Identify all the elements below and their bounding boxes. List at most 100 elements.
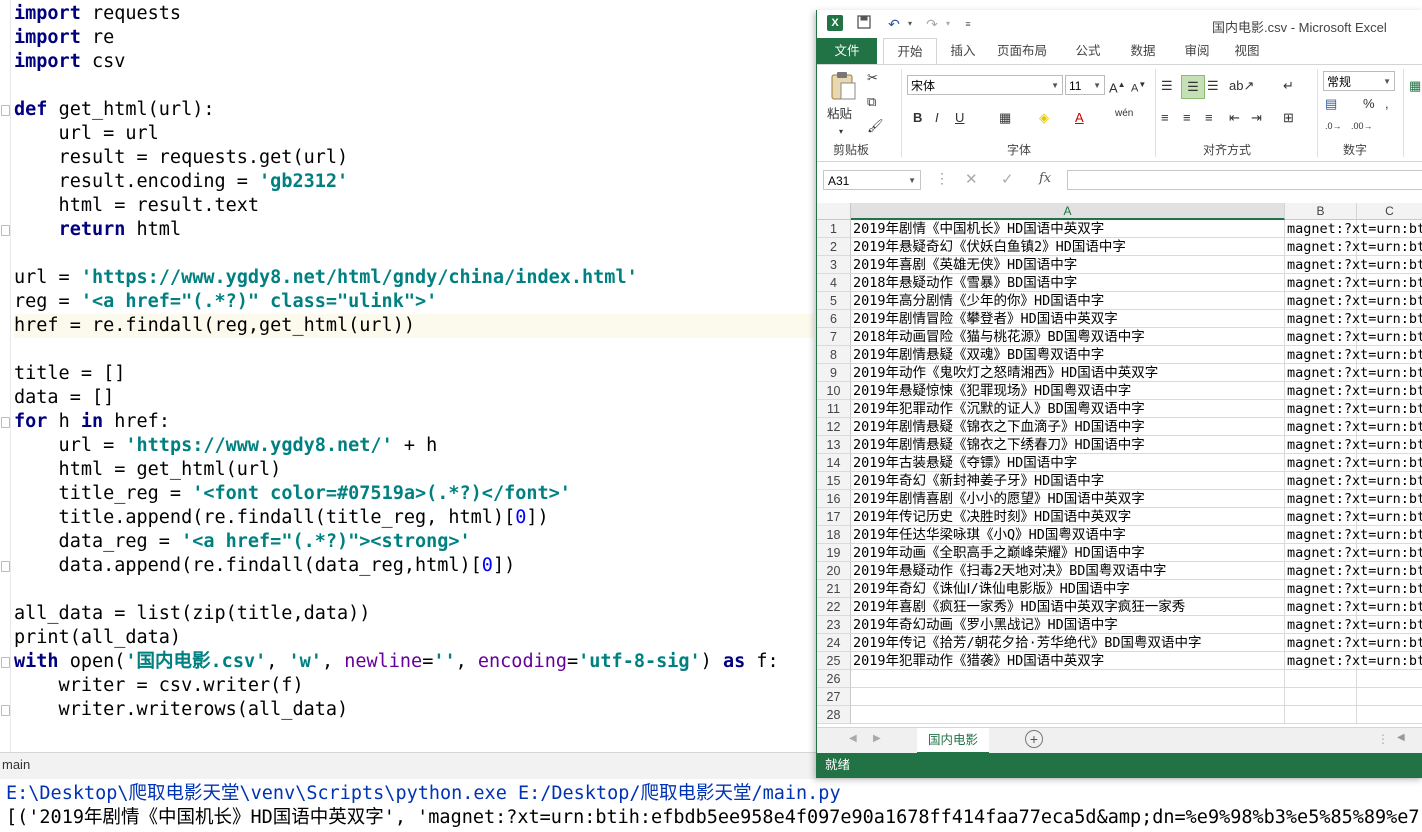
ribbon-tab[interactable]: 视图: [1227, 38, 1267, 64]
code-line[interactable]: html = result.text: [14, 194, 814, 218]
row-header[interactable]: 5: [817, 292, 851, 310]
cell[interactable]: [1285, 706, 1357, 724]
fold-marker-icon[interactable]: [1, 561, 10, 572]
cell[interactable]: magnet:?xt=urn:btih: [1285, 310, 1422, 328]
cell[interactable]: 2019年剧情《中国机长》HD国语中英双字: [851, 220, 1285, 238]
row-header[interactable]: 10: [817, 382, 851, 400]
code-line[interactable]: import csv: [14, 50, 814, 74]
cell[interactable]: 2019年奇幻《新封神姜子牙》HD国语中字: [851, 472, 1285, 490]
cell[interactable]: magnet:?xt=urn:btih: [1285, 382, 1422, 400]
row-header[interactable]: 8: [817, 346, 851, 364]
cell[interactable]: 2019年奇幻《诛仙Ⅰ/诛仙电影版》HD国语中字: [851, 580, 1285, 598]
code-line[interactable]: result.encoding = 'gb2312': [14, 170, 814, 194]
enter-icon[interactable]: ✓: [1001, 170, 1014, 188]
excel-window[interactable]: X ↶ ▾ ↷ ▾ ≡ 国内电影.csv - Microsoft Excel 文…: [816, 10, 1422, 778]
row-header[interactable]: 27: [817, 688, 851, 706]
cell[interactable]: magnet:?xt=urn:btih: [1285, 256, 1422, 274]
cell[interactable]: 2019年剧情悬疑《双魂》BD国粤双语中字: [851, 346, 1285, 364]
column-header[interactable]: A: [851, 203, 1285, 220]
row-header[interactable]: 17: [817, 508, 851, 526]
font-name-combo[interactable]: 宋体 ▼: [907, 75, 1063, 95]
ribbon-tab[interactable]: 数据: [1123, 38, 1163, 64]
name-box[interactable]: A31 ▼: [823, 170, 921, 190]
ribbon-tab[interactable]: 开始: [883, 38, 937, 65]
cell[interactable]: 2019年悬疑惊悚《犯罪现场》HD国粤双语中字: [851, 382, 1285, 400]
cell[interactable]: magnet:?xt=urn:btih: [1285, 436, 1422, 454]
row-header[interactable]: 2: [817, 238, 851, 256]
cell[interactable]: 2019年喜剧《英雄无侠》HD国语中字: [851, 256, 1285, 274]
row-header[interactable]: 4: [817, 274, 851, 292]
scroll-left-icon[interactable]: ◀: [849, 733, 857, 744]
cell[interactable]: magnet:?xt=urn:btih: [1285, 490, 1422, 508]
fold-marker-icon[interactable]: [1, 417, 10, 428]
font-color-icon[interactable]: A: [1075, 109, 1084, 127]
code-line[interactable]: html = get_html(url): [14, 458, 814, 482]
code-line[interactable]: with open('国内电影.csv', 'w', newline='', e…: [14, 650, 814, 674]
ribbon-tab[interactable]: 插入: [943, 38, 983, 64]
cell[interactable]: 2019年高分剧情《少年的你》HD国语中字: [851, 292, 1285, 310]
increase-indent-icon[interactable]: ⇥: [1251, 109, 1262, 127]
cell[interactable]: 2019年剧情冒险《攀登者》HD国语中英双字: [851, 310, 1285, 328]
code-line[interactable]: [14, 74, 814, 98]
cell[interactable]: 2019年悬疑奇幻《伏妖白鱼镇2》HD国语中字: [851, 238, 1285, 256]
code-line[interactable]: def get_html(url):: [14, 98, 814, 122]
paste-icon[interactable]: [829, 71, 857, 101]
cell[interactable]: magnet:?xt=urn:btih: [1285, 652, 1422, 670]
cell[interactable]: 2019年喜剧《疯狂一家秀》HD国语中英双字疯狂一家秀: [851, 598, 1285, 616]
cell[interactable]: 2019年动作《鬼吹灯之怒晴湘西》HD国语中英双字: [851, 364, 1285, 382]
increase-decimal-icon[interactable]: .0→: [1325, 117, 1342, 135]
code-line[interactable]: reg = '<a href="(.*?)" class="ulink">': [14, 290, 814, 314]
row-header[interactable]: 23: [817, 616, 851, 634]
format-painter-icon[interactable]: 🖌: [867, 117, 884, 135]
code-line[interactable]: url = url: [14, 122, 814, 146]
cell[interactable]: 2019年任达华梁咏琪《小Q》HD国粤双语中字: [851, 526, 1285, 544]
row-header[interactable]: 28: [817, 706, 851, 724]
cell[interactable]: magnet:?xt=urn:btih: [1285, 418, 1422, 436]
cell[interactable]: magnet:?xt=urn:btih: [1285, 472, 1422, 490]
code-line[interactable]: data = []: [14, 386, 814, 410]
cell[interactable]: 2018年动画冒险《猫与桃花源》BD国粤双语中字: [851, 328, 1285, 346]
code-line[interactable]: return html: [14, 218, 814, 242]
customize-toolbar-icon[interactable]: ≡: [959, 15, 977, 33]
formula-input[interactable]: [1067, 170, 1422, 190]
code-line[interactable]: result = requests.get(url): [14, 146, 814, 170]
cell[interactable]: magnet:?xt=urn:btih: [1285, 580, 1422, 598]
spreadsheet-grid[interactable]: A B C 1 2019年剧情《中国机长》HD国语中英双字 magnet:?xt=urn:…: [817, 203, 1422, 727]
cell[interactable]: 2019年传记《拾芳/朝花夕拾·芳华绝代》BD国粤双语中字: [851, 634, 1285, 652]
fill-color-icon[interactable]: ◈: [1039, 109, 1049, 127]
fold-marker-icon[interactable]: [1, 105, 10, 116]
cut-icon[interactable]: ✂: [867, 69, 878, 87]
column-header[interactable]: C: [1357, 203, 1422, 220]
cell[interactable]: [1357, 688, 1422, 706]
cell[interactable]: magnet:?xt=urn:btih: [1285, 220, 1422, 238]
select-all-corner[interactable]: [817, 203, 851, 220]
code-area[interactable]: import requests import re import csv def ge…: [14, 2, 814, 722]
cell[interactable]: 2019年剧情悬疑《锦衣之下血滴子》HD国语中字: [851, 418, 1285, 436]
code-line[interactable]: print(all_data): [14, 626, 814, 650]
sheet-tab[interactable]: 国内电影: [917, 728, 989, 754]
column-header[interactable]: B: [1285, 203, 1357, 220]
row-header[interactable]: 26: [817, 670, 851, 688]
ribbon-tab[interactable]: 页面布局: [987, 38, 1057, 64]
ribbon-tab[interactable]: 审阅: [1177, 38, 1217, 64]
conditional-format-icon[interactable]: ▦: [1409, 77, 1421, 95]
row-header[interactable]: 19: [817, 544, 851, 562]
code-line[interactable]: import requests: [14, 2, 814, 26]
cancel-icon[interactable]: ✕: [965, 170, 978, 188]
number-format-combo[interactable]: 常规 ▼: [1323, 71, 1395, 91]
cell[interactable]: [851, 670, 1285, 688]
copy-icon[interactable]: ⧉: [867, 93, 876, 111]
align-bottom-icon[interactable]: ☰: [1207, 77, 1219, 95]
cell[interactable]: [1357, 670, 1422, 688]
row-header[interactable]: 22: [817, 598, 851, 616]
cell[interactable]: 2019年动画《全职高手之巅峰荣耀》HD国语中字: [851, 544, 1285, 562]
align-left-icon[interactable]: ≡: [1161, 109, 1169, 127]
code-line[interactable]: all_data = list(zip(title,data)): [14, 602, 814, 626]
cell[interactable]: 2019年剧情悬疑《锦衣之下绣春刀》HD国语中字: [851, 436, 1285, 454]
cell[interactable]: 2019年奇幻动画《罗小黑战记》HD国语中字: [851, 616, 1285, 634]
code-line[interactable]: url = 'https://www.ygdy8.net/' + h: [14, 434, 814, 458]
align-top-icon[interactable]: ☰: [1161, 77, 1173, 95]
decrease-indent-icon[interactable]: ⇤: [1229, 109, 1240, 127]
insert-function-icon[interactable]: fx: [1039, 171, 1051, 186]
underline-icon[interactable]: U: [955, 109, 964, 127]
